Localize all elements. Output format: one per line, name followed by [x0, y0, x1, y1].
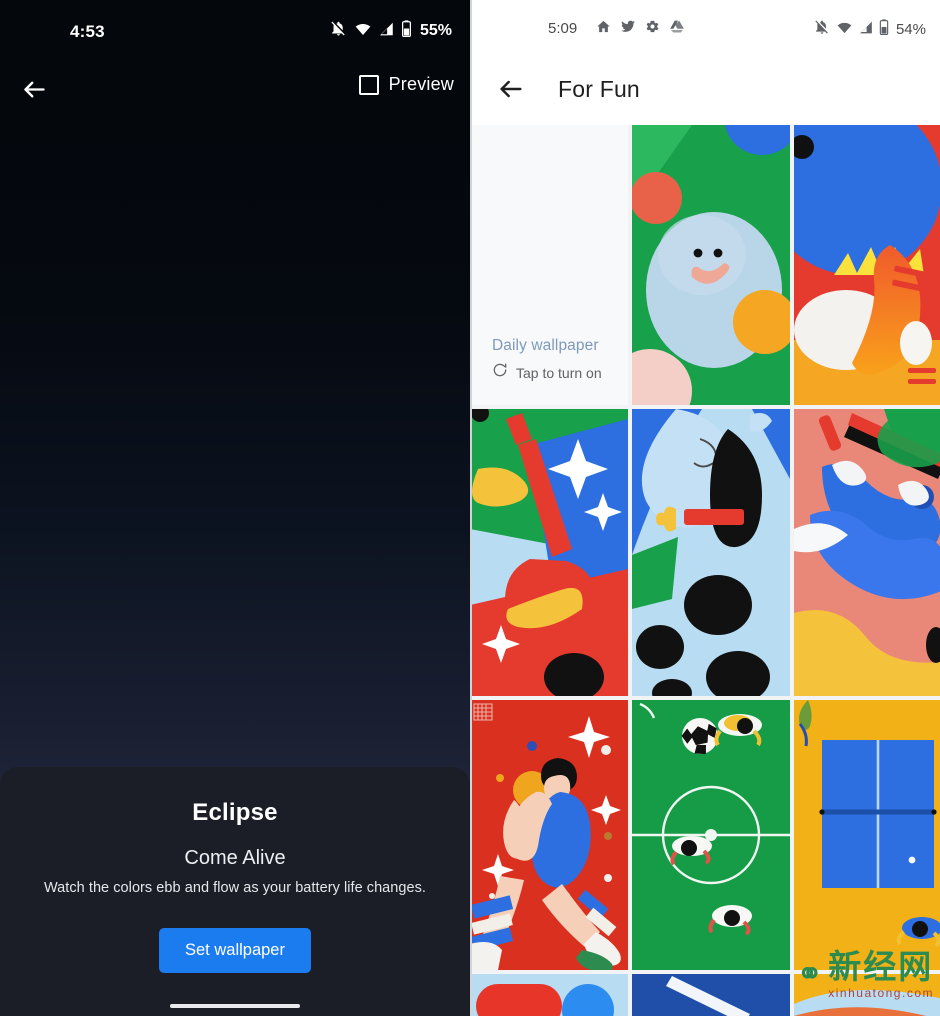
- status-time: 5:09: [548, 20, 578, 37]
- cell-signal-icon: [859, 20, 873, 40]
- wallpaper-thumb-blue-blob-face[interactable]: [632, 125, 790, 405]
- wallpaper-thumb-soccer-field-green[interactable]: [632, 700, 790, 970]
- back-button[interactable]: [492, 72, 530, 110]
- wifi-icon: [354, 21, 372, 42]
- daily-wallpaper-action: Tap to turn on: [492, 362, 628, 383]
- arrow-back-icon: [21, 76, 48, 108]
- daily-wallpaper-title: Daily wallpaper: [492, 337, 599, 354]
- wallpaper-thumb-partial-orange[interactable]: [794, 974, 940, 1016]
- notifications-off-icon: [330, 20, 347, 42]
- wallpaper-thumb-partial-blue-dark[interactable]: [632, 974, 790, 1016]
- status-time: 4:53: [70, 22, 105, 41]
- right-app-bar: For Fun: [470, 58, 940, 125]
- status-system-icons: 55%: [330, 20, 452, 42]
- battery-icon: [879, 19, 889, 40]
- wallpaper-thumb-skateboarder-pink[interactable]: [794, 409, 940, 696]
- notifications-off-icon: [814, 19, 830, 40]
- wallpaper-thumb-guitar-hands[interactable]: [470, 409, 628, 696]
- battery-percent: 54%: [895, 21, 926, 38]
- cell-signal-icon: [379, 21, 394, 42]
- screenshot-root: 4:53 55% Preview Eclipse Come Alive Watc…: [0, 0, 940, 1016]
- status-notification-icons: [596, 19, 685, 39]
- wallpaper-description: Watch the colors ebb and flow as your ba…: [43, 880, 427, 896]
- left-phone-panel: 4:53 55% Preview Eclipse Come Alive Watc…: [0, 0, 470, 1016]
- wifi-icon: [836, 20, 853, 40]
- wallpaper-thumb-bowling-pins[interactable]: [794, 125, 940, 405]
- arrow-back-icon: [497, 75, 525, 108]
- wallpaper-grid: Daily wallpaper Tap to turn on: [470, 125, 940, 1016]
- page-title: For Fun: [558, 76, 640, 102]
- wallpaper-subtitle: Come Alive: [184, 847, 286, 869]
- right-status-bar: 5:09 54%: [470, 0, 940, 52]
- wallpaper-thumb-basketball-player-red[interactable]: [470, 700, 628, 970]
- status-system-icons: 54%: [814, 19, 926, 40]
- battery-percent: 55%: [419, 22, 452, 39]
- rotate-refresh-icon: [492, 362, 508, 383]
- drive-icon: [669, 19, 685, 39]
- daily-wallpaper-card[interactable]: Daily wallpaper Tap to turn on: [470, 125, 628, 405]
- preview-label: Preview: [388, 74, 454, 94]
- wallpaper-thumb-ping-pong-table-yellow[interactable]: [794, 700, 940, 970]
- right-phone-panel: 5:09 54% For Fun Daily wallpaper Tap to …: [470, 0, 940, 1016]
- preview-toggle[interactable]: Preview: [358, 74, 454, 95]
- preview-square-icon: [358, 74, 379, 95]
- left-app-bar: Preview: [0, 62, 470, 124]
- set-wallpaper-button[interactable]: Set wallpaper: [159, 928, 311, 973]
- left-status-bar: 4:53 55%: [0, 0, 470, 56]
- gear-icon: [645, 19, 660, 39]
- wallpaper-info-sheet: Eclipse Come Alive Watch the colors ebb …: [0, 767, 470, 1016]
- wallpaper-thumb-partial-red-blue[interactable]: [470, 974, 628, 1016]
- back-button[interactable]: [16, 74, 52, 110]
- battery-icon: [401, 20, 412, 42]
- daily-wallpaper-subtitle: Tap to turn on: [516, 364, 602, 381]
- wallpaper-title: Eclipse: [192, 799, 278, 826]
- wallpaper-thumb-dalmatian-dog[interactable]: [632, 409, 790, 696]
- panel-divider: [470, 0, 472, 1016]
- home-indicator[interactable]: [170, 1004, 300, 1008]
- twitter-icon: [620, 19, 636, 39]
- home-icon: [596, 19, 611, 39]
